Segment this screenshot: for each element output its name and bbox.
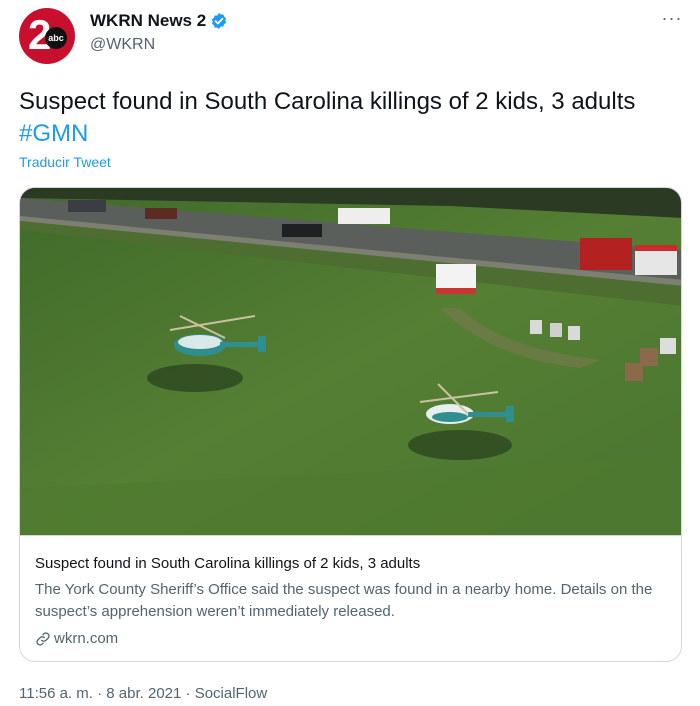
tweet-date[interactable]: 8 abr. 2021: [106, 685, 181, 702]
verified-badge-icon: [212, 13, 227, 29]
author-display-name[interactable]: WKRN News 2: [90, 11, 206, 31]
card-domain[interactable]: wkrn.com: [54, 630, 118, 647]
tweet-time[interactable]: 11:56 a. m.: [19, 685, 93, 702]
card-description: The York County Sheriff’s Office said th…: [35, 581, 653, 620]
card-image-aerial-helicopters[interactable]: [20, 188, 682, 535]
link-icon: [36, 631, 50, 646]
card-title[interactable]: Suspect found in South Carolina killings…: [35, 555, 420, 572]
avatar-logo-badge: abc: [45, 27, 67, 49]
link-card[interactable]: Suspect found in South Carolina killings…: [19, 187, 682, 662]
tweet: 2 abc WKRN News 2 @WKRN ··· Suspect foun…: [0, 0, 700, 706]
tweet-text: Suspect found in South Carolina killings…: [19, 86, 679, 150]
avatar[interactable]: 2 abc: [19, 8, 75, 64]
tweet-metadata: 11:56 a. m. · 8 abr. 2021 · SocialFlow: [19, 685, 267, 702]
author-name-row: WKRN News 2: [90, 11, 228, 31]
hashtag-link[interactable]: #GMN: [19, 120, 88, 147]
more-options-icon[interactable]: ···: [660, 9, 684, 32]
card-divider: [20, 535, 681, 536]
author-handle[interactable]: @WKRN: [90, 36, 155, 54]
meta-separator: ·: [92, 685, 107, 702]
translate-tweet-link[interactable]: Traducir Tweet: [19, 154, 111, 170]
tweet-body: Suspect found in South Carolina killings…: [19, 88, 636, 115]
tweet-source[interactable]: SocialFlow: [195, 685, 268, 702]
card-link-row[interactable]: wkrn.com: [35, 630, 118, 647]
meta-separator: ·: [181, 685, 195, 702]
